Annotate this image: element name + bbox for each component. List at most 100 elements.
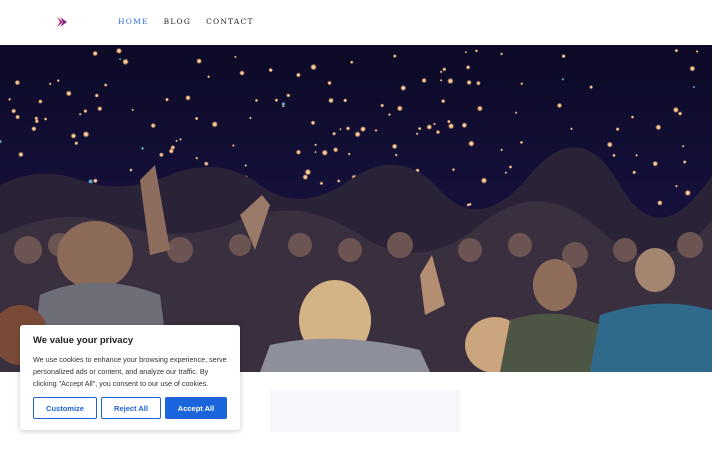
light-bokeh bbox=[319, 181, 324, 186]
light-bokeh bbox=[328, 97, 334, 104]
light-bokeh bbox=[374, 128, 378, 132]
reject-all-button[interactable]: Reject All bbox=[101, 397, 161, 419]
light-bokeh bbox=[203, 161, 209, 167]
light-bokeh bbox=[234, 55, 237, 59]
light-bokeh bbox=[314, 143, 317, 147]
light-bokeh bbox=[612, 153, 616, 158]
light-bokeh bbox=[43, 117, 48, 121]
faded-panel bbox=[270, 390, 460, 432]
light-bokeh bbox=[360, 126, 366, 133]
light-bokeh bbox=[179, 138, 182, 141]
light-bokeh bbox=[48, 82, 52, 86]
light-bokeh bbox=[439, 79, 443, 82]
light-bokeh bbox=[244, 164, 248, 167]
light-bokeh bbox=[394, 153, 398, 157]
light-bokeh bbox=[175, 139, 178, 143]
light-bokeh bbox=[115, 47, 123, 54]
light-bokeh bbox=[441, 98, 446, 104]
light-bokeh bbox=[570, 127, 573, 131]
light-bokeh bbox=[165, 97, 169, 102]
light-bokeh bbox=[336, 179, 341, 183]
light-bokeh bbox=[655, 124, 662, 131]
light-bokeh bbox=[345, 126, 351, 131]
light-bokeh bbox=[561, 77, 565, 81]
cookie-actions: Customize Reject All Accept All bbox=[33, 397, 227, 419]
light-bokeh bbox=[421, 77, 427, 84]
light-bokeh bbox=[332, 147, 339, 153]
light-bokeh bbox=[447, 77, 454, 85]
light-bokeh bbox=[332, 131, 337, 136]
light-bokeh bbox=[74, 141, 79, 146]
light-bokeh bbox=[677, 111, 683, 116]
light-bokeh bbox=[232, 144, 235, 147]
light-bokeh bbox=[239, 70, 245, 76]
light-bokeh bbox=[447, 119, 451, 124]
light-bokeh bbox=[451, 168, 456, 172]
light-bokeh bbox=[94, 93, 100, 98]
light-bokeh bbox=[433, 122, 436, 126]
light-bokeh bbox=[681, 144, 685, 148]
light-bokeh bbox=[500, 148, 503, 152]
light-bokeh bbox=[695, 50, 699, 53]
light-bokeh bbox=[310, 63, 317, 71]
light-bokeh bbox=[652, 160, 659, 167]
light-bokeh bbox=[118, 57, 122, 61]
light-bokeh bbox=[657, 200, 663, 206]
light-bokeh bbox=[439, 70, 443, 74]
light-bokeh bbox=[65, 90, 72, 97]
light-bokeh bbox=[380, 103, 385, 108]
light-bokeh bbox=[11, 108, 17, 114]
light-bokeh bbox=[274, 98, 279, 103]
light-bokeh bbox=[415, 132, 419, 136]
light-bokeh bbox=[195, 156, 199, 160]
light-bokeh bbox=[268, 67, 274, 73]
light-bokeh bbox=[56, 79, 60, 83]
light-bokeh bbox=[400, 85, 407, 91]
light-bokeh bbox=[83, 109, 88, 114]
light-bokeh bbox=[615, 127, 620, 132]
light-bokeh bbox=[295, 149, 302, 155]
light-bokeh bbox=[280, 101, 286, 107]
light-bokeh bbox=[211, 121, 218, 128]
light-bokeh bbox=[122, 58, 129, 66]
light-bokeh bbox=[327, 80, 332, 86]
light-bokeh bbox=[480, 177, 488, 184]
light-bokeh bbox=[520, 82, 524, 86]
light-bokeh bbox=[140, 146, 145, 151]
light-bokeh bbox=[295, 72, 301, 78]
light-bokeh bbox=[321, 149, 328, 156]
light-bokeh bbox=[635, 153, 638, 157]
light-bokeh bbox=[168, 148, 174, 154]
light-bokeh bbox=[556, 102, 563, 109]
accept-all-button[interactable]: Accept All bbox=[165, 397, 227, 419]
concert-crowd-photo bbox=[0, 45, 712, 372]
light-bokeh bbox=[630, 115, 635, 119]
light-bokeh bbox=[92, 50, 98, 57]
light-bokeh bbox=[464, 51, 468, 54]
light-bokeh bbox=[129, 168, 133, 172]
light-bokeh bbox=[504, 171, 508, 174]
light-bokeh bbox=[15, 114, 21, 120]
nav-home[interactable]: HOME bbox=[118, 17, 149, 26]
light-bokeh bbox=[500, 52, 504, 56]
light-bokeh bbox=[78, 112, 82, 116]
light-bokeh bbox=[18, 151, 24, 158]
light-bokeh bbox=[254, 98, 259, 103]
nav-blog[interactable]: BLOG bbox=[164, 17, 191, 26]
light-bokeh bbox=[508, 165, 513, 169]
hero-image bbox=[0, 45, 712, 372]
light-bokeh bbox=[561, 54, 566, 59]
light-bokeh bbox=[194, 116, 199, 121]
light-bokeh bbox=[442, 67, 447, 72]
light-bokeh bbox=[286, 93, 291, 98]
cookie-consent-banner: We value your privacy We use cookies to … bbox=[20, 325, 240, 430]
logo-chevron-icon[interactable] bbox=[56, 16, 68, 28]
customize-button[interactable]: Customize bbox=[33, 397, 97, 419]
light-bokeh bbox=[97, 106, 103, 112]
light-bokeh bbox=[426, 124, 433, 130]
light-bokeh bbox=[339, 128, 342, 131]
light-bokeh bbox=[466, 203, 470, 207]
light-bokeh bbox=[70, 133, 77, 139]
nav-contact[interactable]: CONTACT bbox=[206, 17, 254, 26]
cookie-title: We value your privacy bbox=[33, 335, 134, 346]
